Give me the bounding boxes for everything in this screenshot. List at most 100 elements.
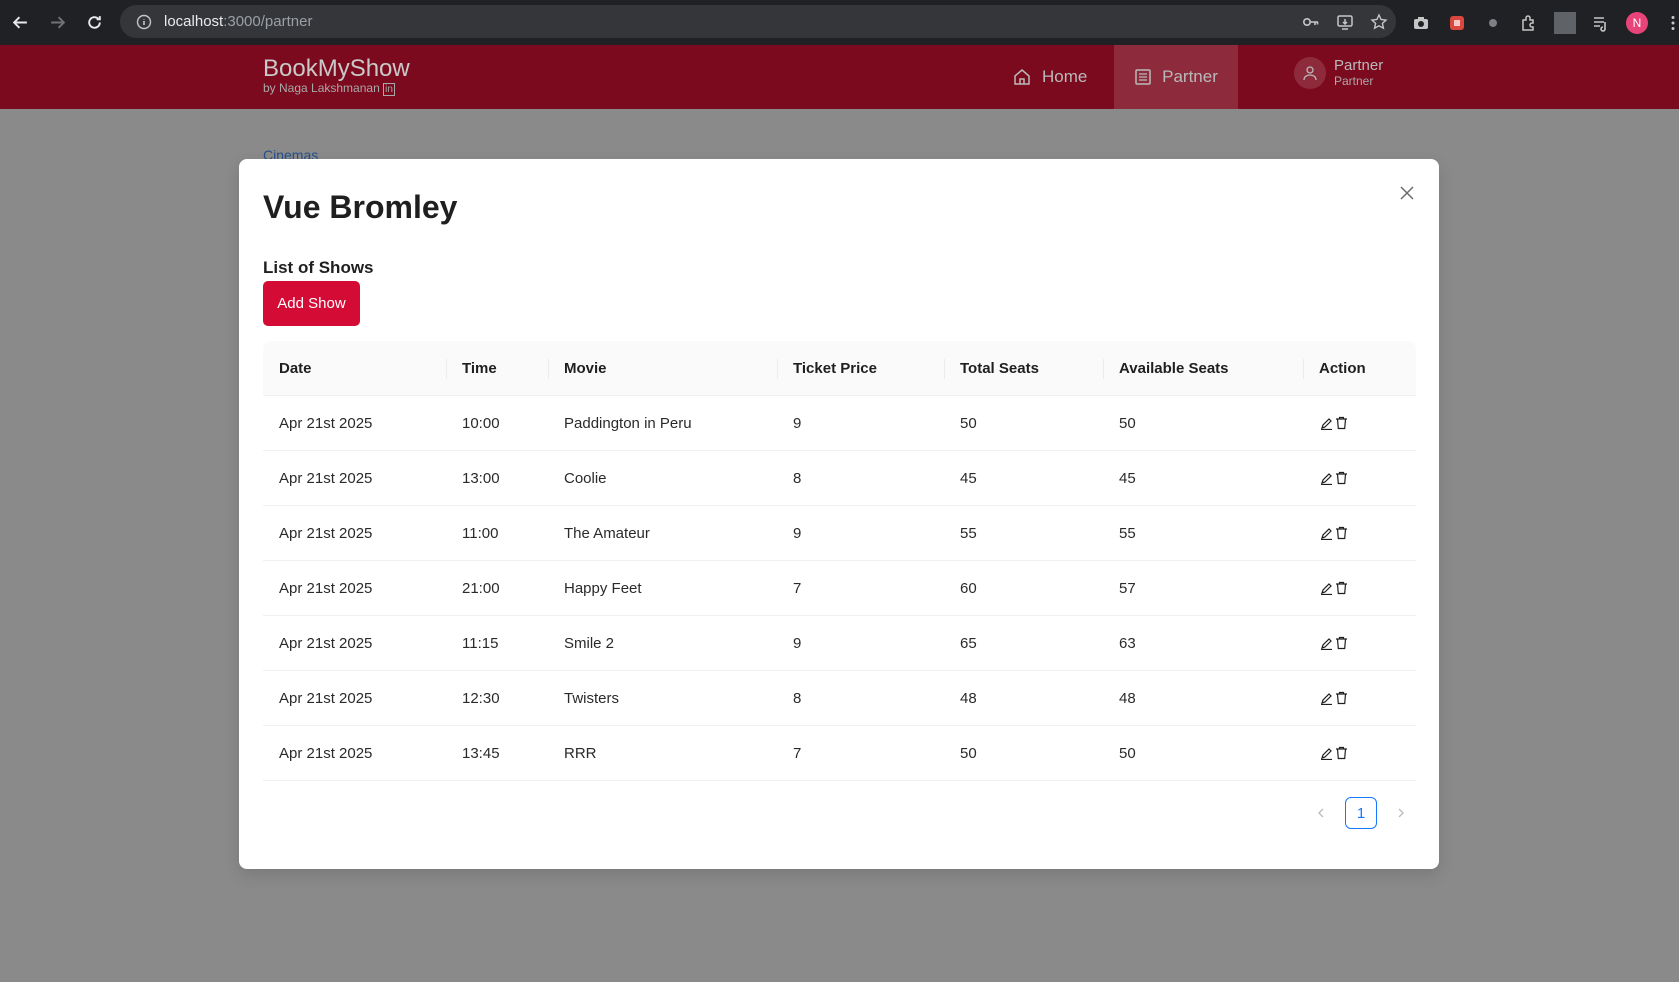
cell-action bbox=[1303, 561, 1416, 615]
table-row: Apr 21st 2025 10:00 Paddington in Peru 9 50 5… bbox=[263, 396, 1416, 451]
nav-partner-label: Partner bbox=[1162, 67, 1218, 86]
cell-time: 12:30 bbox=[462, 689, 500, 707]
install-app-icon[interactable] bbox=[1334, 11, 1356, 33]
cell-available-seats: 57 bbox=[1119, 579, 1136, 597]
shows-table: Date Time Movie Ticket Price Total Seats… bbox=[263, 341, 1416, 781]
cell-ticket-price: 7 bbox=[793, 744, 802, 762]
bookmark-star-icon[interactable] bbox=[1368, 11, 1390, 33]
column-header-date: Date bbox=[279, 359, 312, 377]
cell-time: 13:00 bbox=[462, 469, 500, 487]
cell-ticket-price: 7 bbox=[793, 579, 802, 597]
shows-modal: Vue Bromley List of Shows Add Show Date … bbox=[239, 159, 1439, 869]
nav-home[interactable]: Home bbox=[1012, 45, 1087, 109]
nav-partner[interactable]: Partner bbox=[1114, 45, 1238, 109]
edit-icon[interactable] bbox=[1319, 525, 1333, 541]
cell-ticket-price: 9 bbox=[793, 524, 802, 542]
add-show-button[interactable]: Add Show bbox=[263, 281, 360, 326]
edit-icon[interactable] bbox=[1319, 470, 1333, 486]
edit-icon[interactable] bbox=[1319, 415, 1333, 431]
table-row: Apr 21st 2025 13:00 Coolie 8 45 45 bbox=[263, 451, 1416, 506]
cell-ticket-price: 8 bbox=[793, 469, 802, 487]
brand-subtitle: by Naga Lakshmanan in bbox=[263, 81, 395, 96]
column-header-total-seats: Total Seats bbox=[944, 341, 1103, 395]
user-name: Partner bbox=[1334, 57, 1384, 74]
user-avatar-icon bbox=[1294, 57, 1326, 89]
chevron-right-icon bbox=[1398, 808, 1404, 818]
edit-icon[interactable] bbox=[1319, 635, 1333, 651]
cell-action bbox=[1303, 616, 1416, 670]
cell-time: 10:00 bbox=[462, 414, 500, 432]
cell-movie: Paddington in Peru bbox=[564, 414, 692, 432]
edit-icon[interactable] bbox=[1319, 745, 1333, 761]
delete-icon[interactable] bbox=[1334, 690, 1348, 706]
table-row: Apr 21st 2025 11:15 Smile 2 9 65 63 bbox=[263, 616, 1416, 671]
back-button[interactable] bbox=[3, 6, 37, 40]
close-button[interactable] bbox=[1395, 181, 1419, 205]
close-icon bbox=[1400, 186, 1414, 200]
cell-total-seats: 55 bbox=[960, 524, 977, 542]
table-row: Apr 21st 2025 12:30 Twisters 8 48 48 bbox=[263, 671, 1416, 726]
password-key-icon[interactable] bbox=[1300, 11, 1322, 33]
delete-icon[interactable] bbox=[1334, 580, 1348, 596]
url-host: localhost bbox=[164, 13, 224, 30]
cell-ticket-price: 9 bbox=[793, 414, 802, 432]
address-bar[interactable]: localhost:3000/partner bbox=[120, 5, 1396, 38]
user-menu[interactable]: Partner Partner bbox=[1294, 57, 1383, 89]
chevron-left-icon bbox=[1318, 808, 1324, 818]
grey-extension-icon[interactable] bbox=[1482, 12, 1504, 34]
table-row: Apr 21st 2025 11:00 The Amateur 9 55 55 bbox=[263, 506, 1416, 561]
delete-icon[interactable] bbox=[1334, 525, 1348, 541]
browser-toolbar: localhost:3000/partner N bbox=[0, 0, 1679, 45]
cell-movie: Twisters bbox=[564, 689, 620, 707]
profile-avatar[interactable]: N bbox=[1626, 11, 1648, 34]
cell-time: 11:15 bbox=[462, 634, 499, 652]
media-queue-icon[interactable] bbox=[1590, 12, 1612, 34]
cell-movie: RRR bbox=[564, 744, 597, 762]
cell-available-seats: 55 bbox=[1119, 524, 1136, 542]
delete-icon[interactable] bbox=[1334, 415, 1348, 431]
delete-icon[interactable] bbox=[1334, 470, 1348, 486]
delete-icon[interactable] bbox=[1334, 635, 1348, 651]
edit-icon[interactable] bbox=[1319, 690, 1333, 706]
cell-ticket-price: 8 bbox=[793, 689, 802, 707]
table-body: Apr 21st 2025 10:00 Paddington in Peru 9 50 5… bbox=[263, 396, 1416, 781]
linkedin-icon[interactable]: in bbox=[383, 83, 395, 96]
cell-movie: The Amateur bbox=[564, 524, 650, 542]
brand[interactable]: BookMyShow by Naga Lakshmanan in bbox=[263, 55, 410, 96]
browser-menu-icon[interactable] bbox=[1662, 12, 1679, 34]
edit-icon[interactable] bbox=[1319, 580, 1333, 596]
cell-movie: Happy Feet bbox=[564, 579, 642, 597]
cell-movie: Coolie bbox=[564, 469, 607, 487]
prev-page-button[interactable] bbox=[1305, 797, 1337, 829]
next-page-button[interactable] bbox=[1385, 797, 1417, 829]
cell-action bbox=[1303, 506, 1416, 560]
cell-time: 21:00 bbox=[462, 579, 500, 597]
app-header: BookMyShow by Naga Lakshmanan in Home Pa… bbox=[0, 45, 1679, 109]
cell-total-seats: 50 bbox=[960, 414, 977, 432]
home-icon bbox=[1014, 69, 1030, 85]
cell-date: Apr 21st 2025 bbox=[279, 414, 373, 432]
site-info-icon[interactable] bbox=[128, 14, 160, 30]
red-extension-icon[interactable] bbox=[1446, 12, 1468, 34]
cell-available-seats: 48 bbox=[1119, 689, 1136, 707]
column-header-movie: Movie bbox=[548, 341, 777, 395]
column-header-time: Time bbox=[446, 341, 548, 395]
url-text[interactable]: localhost:3000/partner bbox=[164, 13, 312, 30]
page-number-button[interactable]: 1 bbox=[1345, 797, 1377, 829]
forward-button[interactable] bbox=[40, 6, 74, 40]
cell-available-seats: 50 bbox=[1119, 744, 1136, 762]
brand-title: BookMyShow bbox=[263, 55, 410, 82]
camera-extension-icon[interactable] bbox=[1410, 12, 1432, 34]
table-header: Date Time Movie Ticket Price Total Seats… bbox=[263, 341, 1416, 396]
extensions-puzzle-icon[interactable] bbox=[1518, 12, 1540, 34]
cell-date: Apr 21st 2025 bbox=[279, 579, 373, 597]
list-of-shows-label: List of Shows bbox=[263, 258, 374, 277]
cell-ticket-price: 9 bbox=[793, 634, 802, 652]
cell-time: 13:45 bbox=[462, 744, 500, 762]
delete-icon[interactable] bbox=[1334, 745, 1348, 761]
cell-action bbox=[1303, 451, 1416, 505]
reload-button[interactable] bbox=[77, 6, 111, 40]
nav-home-label: Home bbox=[1042, 67, 1088, 86]
cell-available-seats: 45 bbox=[1119, 469, 1136, 487]
toolbar-separator bbox=[1554, 11, 1576, 34]
